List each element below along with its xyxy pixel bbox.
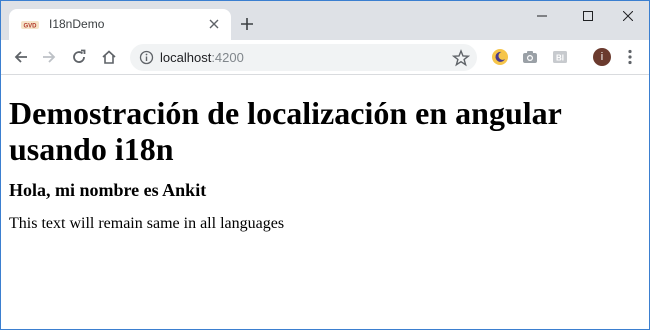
url-port: :4200 xyxy=(211,50,244,65)
home-icon[interactable] xyxy=(97,45,121,69)
url-host: localhost xyxy=(160,50,212,65)
tab-title: I18nDemo xyxy=(49,17,105,31)
svg-text:BI: BI xyxy=(556,54,564,63)
bookmark-star-icon[interactable] xyxy=(451,49,471,67)
browser-window: GVD I18nDemo localhost:4200 BI i Demostr… xyxy=(0,0,650,330)
greeting-heading: Hola, mi nombre es Ankit xyxy=(9,180,207,200)
close-window-icon[interactable] xyxy=(605,1,649,31)
more-menu-icon[interactable] xyxy=(621,48,639,66)
back-arrow-icon[interactable] xyxy=(9,45,33,69)
browser-toolbar: localhost:4200 BI i xyxy=(1,40,649,75)
static-paragraph: This text will remain same in all langua… xyxy=(9,215,285,232)
svg-text:GVD: GVD xyxy=(23,24,37,30)
angular-app-favicon-icon: GVD xyxy=(21,18,39,30)
profile-avatar[interactable]: i xyxy=(593,48,611,66)
tab-i18ndemo[interactable]: GVD I18nDemo xyxy=(9,9,231,40)
reload-icon[interactable] xyxy=(67,45,91,69)
url-text[interactable]: localhost:4200 xyxy=(160,50,244,65)
bi-extension-icon[interactable]: BI xyxy=(551,48,569,66)
tab-strip: GVD I18nDemo xyxy=(1,1,649,40)
page-heading: Demostración de localización en angular … xyxy=(9,95,562,167)
address-bar[interactable]: localhost:4200 xyxy=(130,44,477,71)
page-content: Demostración de localización en angular … xyxy=(1,75,649,329)
minimize-icon[interactable] xyxy=(519,1,565,31)
camera-extension-icon[interactable] xyxy=(521,48,539,66)
forward-arrow-icon[interactable] xyxy=(37,45,61,69)
site-info-icon[interactable] xyxy=(139,50,154,65)
night-mode-extension-icon[interactable] xyxy=(491,48,509,66)
new-tab-icon[interactable] xyxy=(237,14,257,34)
tab-close-icon[interactable] xyxy=(206,16,222,32)
